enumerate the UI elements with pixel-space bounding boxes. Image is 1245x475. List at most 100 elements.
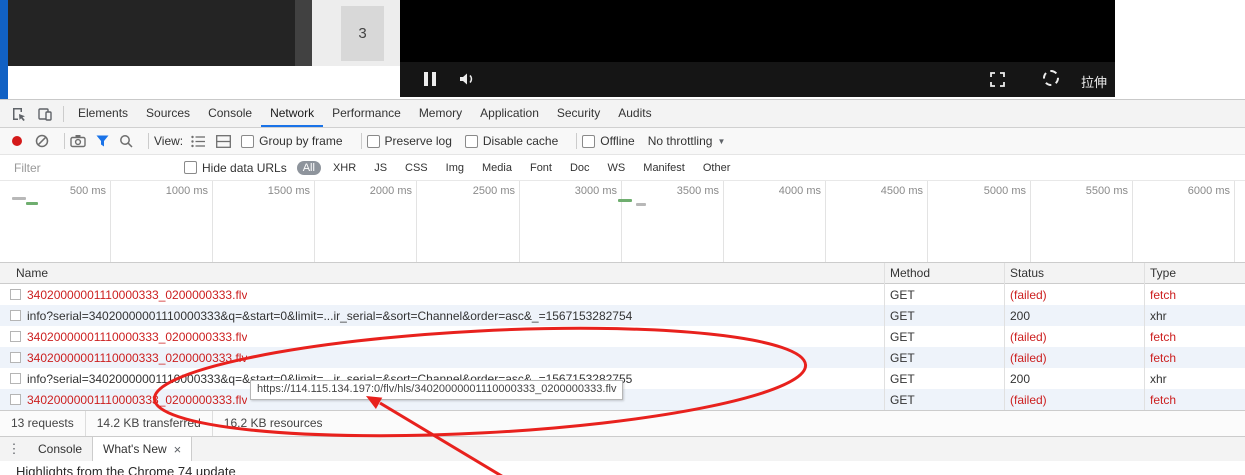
drawer-tabbar: ⋮ Console What's New ×	[0, 436, 1245, 461]
whats-new-panel: Highlights from the Chrome 74 update	[0, 461, 1245, 475]
view-small-rows-icon[interactable]	[191, 135, 206, 148]
hide-data-urls-checkbox[interactable]	[184, 161, 197, 174]
column-header-status[interactable]: Status	[1004, 266, 1144, 280]
network-filter-input[interactable]	[14, 160, 172, 175]
file-icon	[10, 373, 21, 384]
requests-table-header: Name Method Status Type	[0, 263, 1245, 284]
devtools-tabbar: Elements Sources Console Network Perform…	[0, 100, 1245, 128]
file-icon	[10, 352, 21, 363]
tab-console[interactable]: Console	[199, 100, 261, 127]
aperture-icon[interactable]	[1043, 70, 1059, 86]
timeline-tick: 5500 ms	[1085, 185, 1128, 197]
request-type: fetch	[1150, 350, 1177, 365]
waterfall-mark	[618, 199, 632, 202]
filter-pill-xhr[interactable]: XHR	[327, 161, 362, 175]
filter-pill-manifest[interactable]: Manifest	[637, 161, 691, 175]
divider	[360, 133, 362, 149]
disable-cache-label: Disable cache	[482, 134, 559, 148]
filter-pill-media[interactable]: Media	[476, 161, 518, 175]
column-separator[interactable]	[884, 263, 885, 410]
hide-data-urls-label: Hide data URLs	[202, 160, 287, 175]
request-method: GET	[890, 350, 915, 365]
group-by-frame-checkbox[interactable]	[241, 134, 255, 148]
table-row[interactable]: info?serial=34020000001110000333&q=&star…	[0, 305, 1245, 326]
request-method: GET	[890, 329, 915, 344]
tab-performance[interactable]: Performance	[323, 100, 410, 127]
tab-audits[interactable]: Audits	[609, 100, 660, 127]
inspect-element-icon[interactable]	[6, 101, 32, 127]
disable-cache-checkbox[interactable]	[464, 134, 478, 148]
drawer-tab-label: What's New	[103, 442, 167, 456]
view-label: View:	[154, 134, 184, 148]
table-row[interactable]: 34020000001110000333_0200000333.flv GET …	[0, 284, 1245, 305]
channel-number: 3	[358, 25, 367, 42]
timeline-tick: 1000 ms	[165, 185, 208, 197]
filter-pill-js[interactable]: JS	[368, 161, 393, 175]
volume-icon[interactable]	[458, 71, 476, 92]
drawer-tab-console[interactable]: Console	[28, 437, 92, 461]
column-header-type[interactable]: Type	[1144, 266, 1245, 280]
offline-checkbox[interactable]	[582, 134, 596, 148]
timeline-tick: 2000 ms	[369, 185, 412, 197]
timeline-tick: 4500 ms	[880, 185, 923, 197]
drawer-tab-whats-new[interactable]: What's New ×	[92, 437, 193, 461]
tab-memory[interactable]: Memory	[410, 100, 471, 127]
capture-screenshots-icon[interactable]	[70, 134, 86, 148]
clear-icon[interactable]	[35, 134, 49, 148]
timeline-tick: 3000 ms	[574, 185, 617, 197]
table-row[interactable]: 34020000001110000333_0200000333.flv GET …	[0, 326, 1245, 347]
close-icon[interactable]: ×	[174, 442, 182, 457]
filter-pill-css[interactable]: CSS	[399, 161, 434, 175]
requests-count: 13 requests	[11, 416, 74, 430]
network-toolbar: View: Group by frame Preserve log Disabl…	[0, 128, 1245, 155]
resources-size: 16.2 KB resources	[223, 416, 323, 430]
request-method: GET	[890, 308, 915, 323]
filter-pill-other[interactable]: Other	[697, 161, 737, 175]
tab-security[interactable]: Security	[548, 100, 609, 127]
devtools-panel: Elements Sources Console Network Perform…	[0, 99, 1245, 475]
filter-pill-doc[interactable]: Doc	[564, 161, 596, 175]
record-button[interactable]	[12, 136, 22, 146]
divider	[64, 133, 65, 149]
filter-funnel-icon[interactable]	[96, 135, 109, 147]
column-separator[interactable]	[1004, 263, 1005, 410]
device-toolbar-icon[interactable]	[32, 101, 58, 127]
tab-application[interactable]: Application	[471, 100, 548, 127]
column-header-name[interactable]: Name	[0, 266, 884, 280]
view-overview-icon[interactable]	[216, 134, 232, 148]
offline-label: Offline	[600, 134, 635, 148]
throttling-select[interactable]: No throttling	[648, 134, 713, 148]
filter-pill-img[interactable]: Img	[440, 161, 470, 175]
request-name: info?serial=34020000001110000333&q=&star…	[27, 308, 633, 323]
column-header-method[interactable]: Method	[884, 266, 1004, 280]
request-type: xhr	[1150, 371, 1167, 386]
tab-sources[interactable]: Sources	[137, 100, 199, 127]
filter-pill-ws[interactable]: WS	[602, 161, 632, 175]
waterfall-mark	[636, 203, 646, 206]
tab-elements[interactable]: Elements	[69, 100, 137, 127]
timeline-tick: 3500 ms	[676, 185, 719, 197]
file-icon	[10, 394, 21, 405]
kebab-menu-icon[interactable]: ⋮	[0, 437, 28, 461]
fullscreen-icon[interactable]	[990, 72, 1005, 92]
preserve-log-checkbox[interactable]	[366, 134, 380, 148]
pause-button[interactable]	[424, 72, 436, 86]
request-name: 34020000001110000333_0200000333.flv	[27, 329, 248, 344]
timeline-tick: 6000 ms	[1187, 185, 1230, 197]
search-icon[interactable]	[119, 134, 133, 148]
filter-pill-font[interactable]: Font	[524, 161, 558, 175]
stretch-button[interactable]: 拉伸	[1081, 72, 1107, 91]
tab-network[interactable]: Network	[261, 100, 324, 127]
transferred-size: 14.2 KB transferred	[96, 416, 201, 430]
column-separator[interactable]	[1144, 263, 1145, 410]
divider	[148, 133, 149, 149]
filter-pill-all[interactable]: All	[296, 160, 321, 175]
channel-number-tile[interactable]: 3	[341, 6, 384, 61]
timeline-tick: 500 ms	[69, 185, 106, 197]
network-summary-bar: 13 requests 14.2 KB transferred 16.2 KB …	[0, 410, 1245, 436]
table-row[interactable]: 34020000001110000333_0200000333.flv GET …	[0, 347, 1245, 368]
file-icon	[10, 331, 21, 342]
side-dark-panel	[8, 0, 295, 66]
request-method: GET	[890, 371, 915, 386]
request-type: fetch	[1150, 287, 1177, 302]
